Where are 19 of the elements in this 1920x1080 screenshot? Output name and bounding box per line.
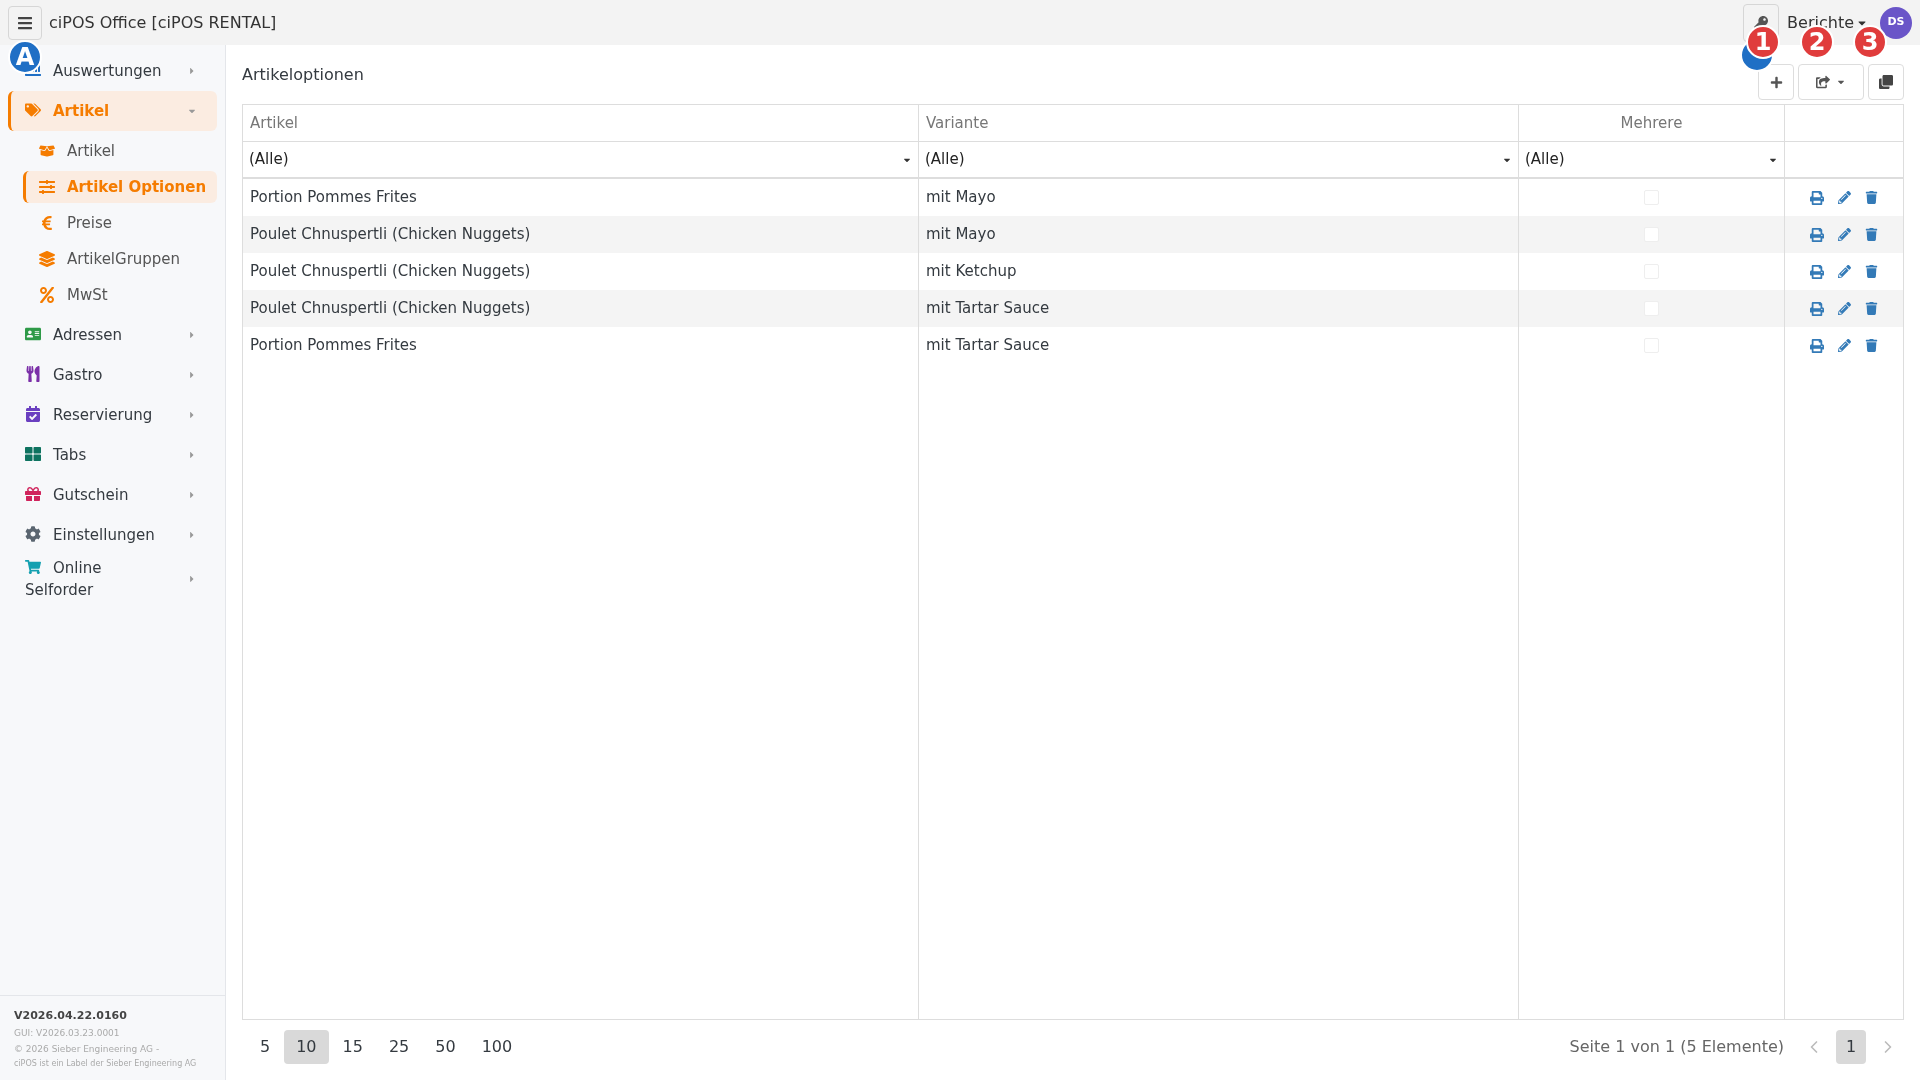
sidebar-label: Gastro: [25, 364, 165, 386]
sidebar-label: Reservierung: [25, 404, 165, 426]
sidebar-label: Einstellungen: [25, 524, 165, 546]
label-note: ciPOS ist ein Label der Sieber Engineering AG: [14, 1058, 198, 1070]
table-cell: mit Tartar Sauce: [919, 290, 1519, 327]
sidebar-label: Tabs: [25, 444, 165, 466]
table-cell: Poulet Chnuspertli (Chicken Nuggets): [243, 216, 919, 253]
sidebar-label: Adressen: [25, 324, 165, 346]
table-cell: mit Mayo: [919, 216, 1519, 253]
sidebar-label: Online Selforder: [25, 558, 103, 601]
page-title: Artikeloptionen: [242, 63, 365, 86]
copyright-text: © 2026 Sieber Engineering AG -: [14, 1042, 161, 1056]
version-text: V2026.04.22.0160: [14, 1007, 128, 1024]
sidebar-label: Artikel: [25, 100, 165, 122]
table-cell: Poulet Chnuspertli (Chicken Nuggets): [243, 290, 919, 327]
page-info: Seite 1 von 1 (5 Elemente): [1569, 1036, 1784, 1058]
sidebar-label: Gutschein: [25, 484, 165, 506]
gui-version-text: GUI: V2026.03.23.0001: [14, 1027, 121, 1040]
app-title: ciPOS Office [ciPOS RENTAL]: [49, 11, 277, 34]
